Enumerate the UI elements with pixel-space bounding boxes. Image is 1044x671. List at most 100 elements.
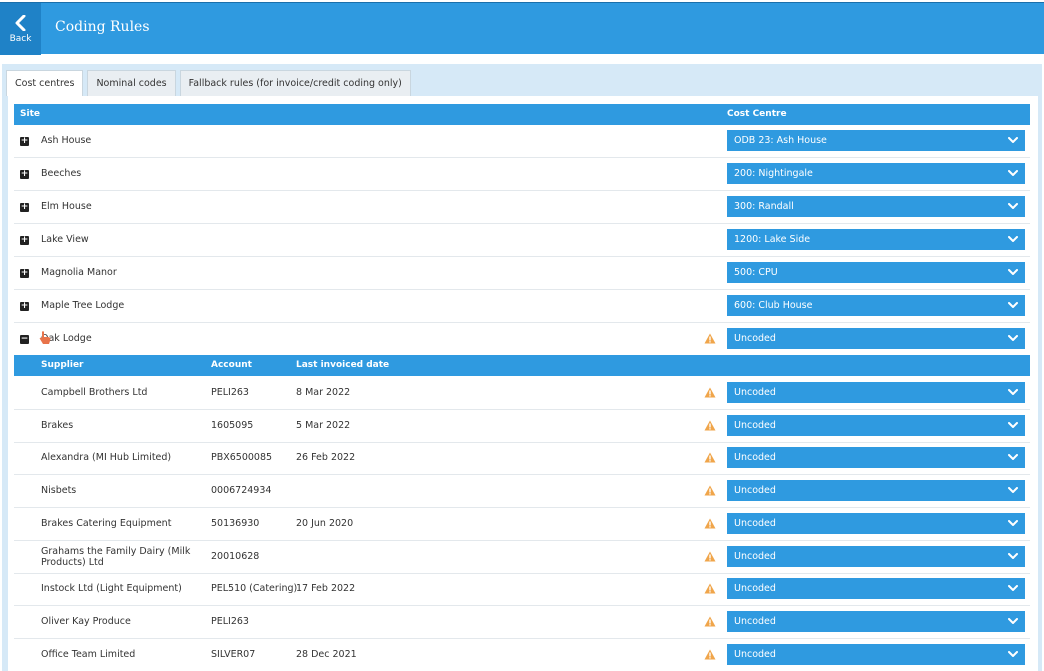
account-number: PELI263 xyxy=(211,615,249,627)
cost-centre-select[interactable]: Uncoded xyxy=(727,328,1025,349)
cost-centre-value: Uncoded xyxy=(734,333,776,344)
page-title: Coding Rules xyxy=(55,19,150,35)
site-row: − Oak Lodge Uncoded xyxy=(14,323,1030,356)
warning-triangle-icon xyxy=(704,420,716,431)
hand-cursor-icon xyxy=(39,331,51,344)
tab-cost-centres[interactable]: Cost centres xyxy=(6,70,84,96)
coding-rules-panel: Cost centres Nominal codes Fallback rule… xyxy=(2,64,1042,671)
supplier-name: Alexandra (MI Hub Limited) xyxy=(41,452,172,464)
account-number: PEL510 (Catering) xyxy=(211,583,298,595)
cost-centre-select[interactable]: Uncoded xyxy=(727,610,1025,632)
supplier-row: Grahams the Family Dairy (Milk Products)… xyxy=(14,541,1030,574)
cost-centre-select[interactable]: 1200: Lake Side xyxy=(727,229,1025,250)
cost-centre-value: Uncoded xyxy=(734,615,776,627)
site-name: Magnolia Manor xyxy=(41,267,117,278)
site-name: Maple Tree Lodge xyxy=(41,300,125,311)
cost-centre-select[interactable]: Uncoded xyxy=(727,480,1025,502)
chevron-down-icon xyxy=(1008,487,1018,494)
cost-centre-value: 1200: Lake Side xyxy=(734,234,811,245)
cost-centre-value: 500: CPU xyxy=(734,267,778,278)
cost-centre-select[interactable]: 600: Club House xyxy=(727,295,1025,316)
chevron-down-icon xyxy=(1008,585,1018,592)
expand-icon[interactable]: + xyxy=(20,203,29,212)
supplier-name: Office Team Limited xyxy=(41,648,136,660)
expand-icon[interactable]: + xyxy=(20,236,29,245)
chevron-down-icon xyxy=(1008,302,1018,308)
supplier-row: Brakes 1605095 5 Mar 2022 Uncoded xyxy=(14,410,1030,443)
cost-centre-select[interactable]: Uncoded xyxy=(727,578,1025,600)
cost-centre-select[interactable]: 500: CPU xyxy=(727,262,1025,283)
supplier-row: Brakes Catering Equipment 50136930 20 Jun … xyxy=(14,508,1030,541)
site-row: + Ash House ODB 23: Ash House xyxy=(14,125,1030,158)
chevron-down-icon xyxy=(1008,203,1018,209)
cost-centre-value: Uncoded xyxy=(734,550,776,562)
cost-centre-select[interactable]: ODB 23: Ash House xyxy=(727,130,1025,151)
cost-centre-value: 600: Club House xyxy=(734,300,813,311)
supplier-name: Brakes xyxy=(41,419,74,431)
expand-icon[interactable]: + xyxy=(20,302,29,311)
warning-triangle-icon xyxy=(704,583,716,594)
cost-centre-select[interactable]: Uncoded xyxy=(727,382,1025,403)
cost-centre-select[interactable]: Uncoded xyxy=(727,643,1025,665)
back-label: Back xyxy=(9,33,32,44)
warning-triangle-icon xyxy=(704,333,716,344)
chevron-down-icon xyxy=(1008,421,1018,428)
col-supplier: Supplier xyxy=(41,360,84,370)
cost-centre-value: Uncoded xyxy=(734,517,776,529)
last-invoiced-date: 5 Mar 2022 xyxy=(296,419,351,431)
cost-centre-value: Uncoded xyxy=(734,452,776,464)
chevron-down-icon xyxy=(1008,454,1018,461)
cost-centre-value: Uncoded xyxy=(734,419,776,431)
supplier-row: Nisbets 0006724934 Uncoded xyxy=(14,475,1030,509)
site-name: Lake View xyxy=(41,234,89,245)
site-row: + Magnolia Manor 500: CPU xyxy=(14,257,1030,290)
expand-icon[interactable]: + xyxy=(20,170,29,179)
cost-centre-select[interactable]: Uncoded xyxy=(727,512,1025,534)
tab-bar: Cost centres Nominal codes Fallback rule… xyxy=(6,70,411,96)
collapse-icon[interactable]: − xyxy=(20,335,29,344)
tab-content: Site Cost Centre + Ash House ODB 23: Ash Hou… xyxy=(8,96,1038,671)
account-number: SILVER07 xyxy=(211,648,256,660)
cost-centre-value: Uncoded xyxy=(734,583,776,595)
cost-centre-select[interactable]: 200: Nightingale xyxy=(727,163,1025,184)
last-invoiced-date: 28 Dec 2021 xyxy=(296,648,357,660)
supplier-row: Instock Ltd (Light Equipment) PEL510 (Cat… xyxy=(14,573,1030,607)
supplier-table-header: Supplier Account Last invoiced date xyxy=(14,355,1030,376)
supplier-name: Campbell Brothers Ltd xyxy=(41,387,148,398)
tab-fallback-rules[interactable]: Fallback rules (for invoice/credit codin… xyxy=(179,70,411,96)
warning-triangle-icon xyxy=(704,387,716,398)
cost-centre-select[interactable]: Uncoded xyxy=(727,414,1025,436)
account-number: PBX6500085 xyxy=(211,452,273,464)
account-number: 1605095 xyxy=(211,419,254,431)
site-name: Ash House xyxy=(41,135,92,146)
cost-centre-select[interactable]: 300: Randall xyxy=(727,196,1025,217)
chevron-down-icon xyxy=(1008,552,1018,559)
site-name: Beeches xyxy=(41,168,82,179)
supplier-name: Grahams the Family Dairy (Milk Products)… xyxy=(41,545,191,568)
cost-centre-select[interactable]: Uncoded xyxy=(727,545,1025,567)
site-table-header: Site Cost Centre xyxy=(14,104,1030,125)
chevron-down-icon xyxy=(1008,236,1018,242)
expand-icon[interactable]: + xyxy=(20,137,29,146)
chevron-down-icon xyxy=(1008,335,1018,341)
tab-nominal-codes[interactable]: Nominal codes xyxy=(87,70,176,96)
cost-centre-value: Uncoded xyxy=(734,485,776,497)
expand-icon[interactable]: + xyxy=(20,269,29,278)
supplier-row: Campbell Brothers Ltd PELI263 8 Mar 2022 Un… xyxy=(14,377,1030,410)
cost-centre-value: Uncoded xyxy=(734,387,776,398)
account-number: 20010628 xyxy=(211,550,260,562)
cost-centre-value: 200: Nightingale xyxy=(734,168,813,179)
site-row: + Elm House 300: Randall xyxy=(14,191,1030,224)
warning-triangle-icon xyxy=(704,551,716,561)
col-account: Account xyxy=(211,360,252,370)
chevron-down-icon xyxy=(1008,617,1018,624)
back-button[interactable]: Back xyxy=(0,3,41,55)
cost-centre-select[interactable]: Uncoded xyxy=(727,447,1025,469)
cost-centre-value: ODB 23: Ash House xyxy=(734,135,827,146)
account-number: 50136930 xyxy=(211,517,260,529)
top-bar: Back Coding Rules xyxy=(0,2,1044,55)
warning-triangle-icon xyxy=(704,452,716,463)
account-number: 0006724934 xyxy=(211,485,272,497)
site-row: + Maple Tree Lodge 600: Club House xyxy=(14,290,1030,323)
chevron-down-icon xyxy=(1008,389,1018,395)
